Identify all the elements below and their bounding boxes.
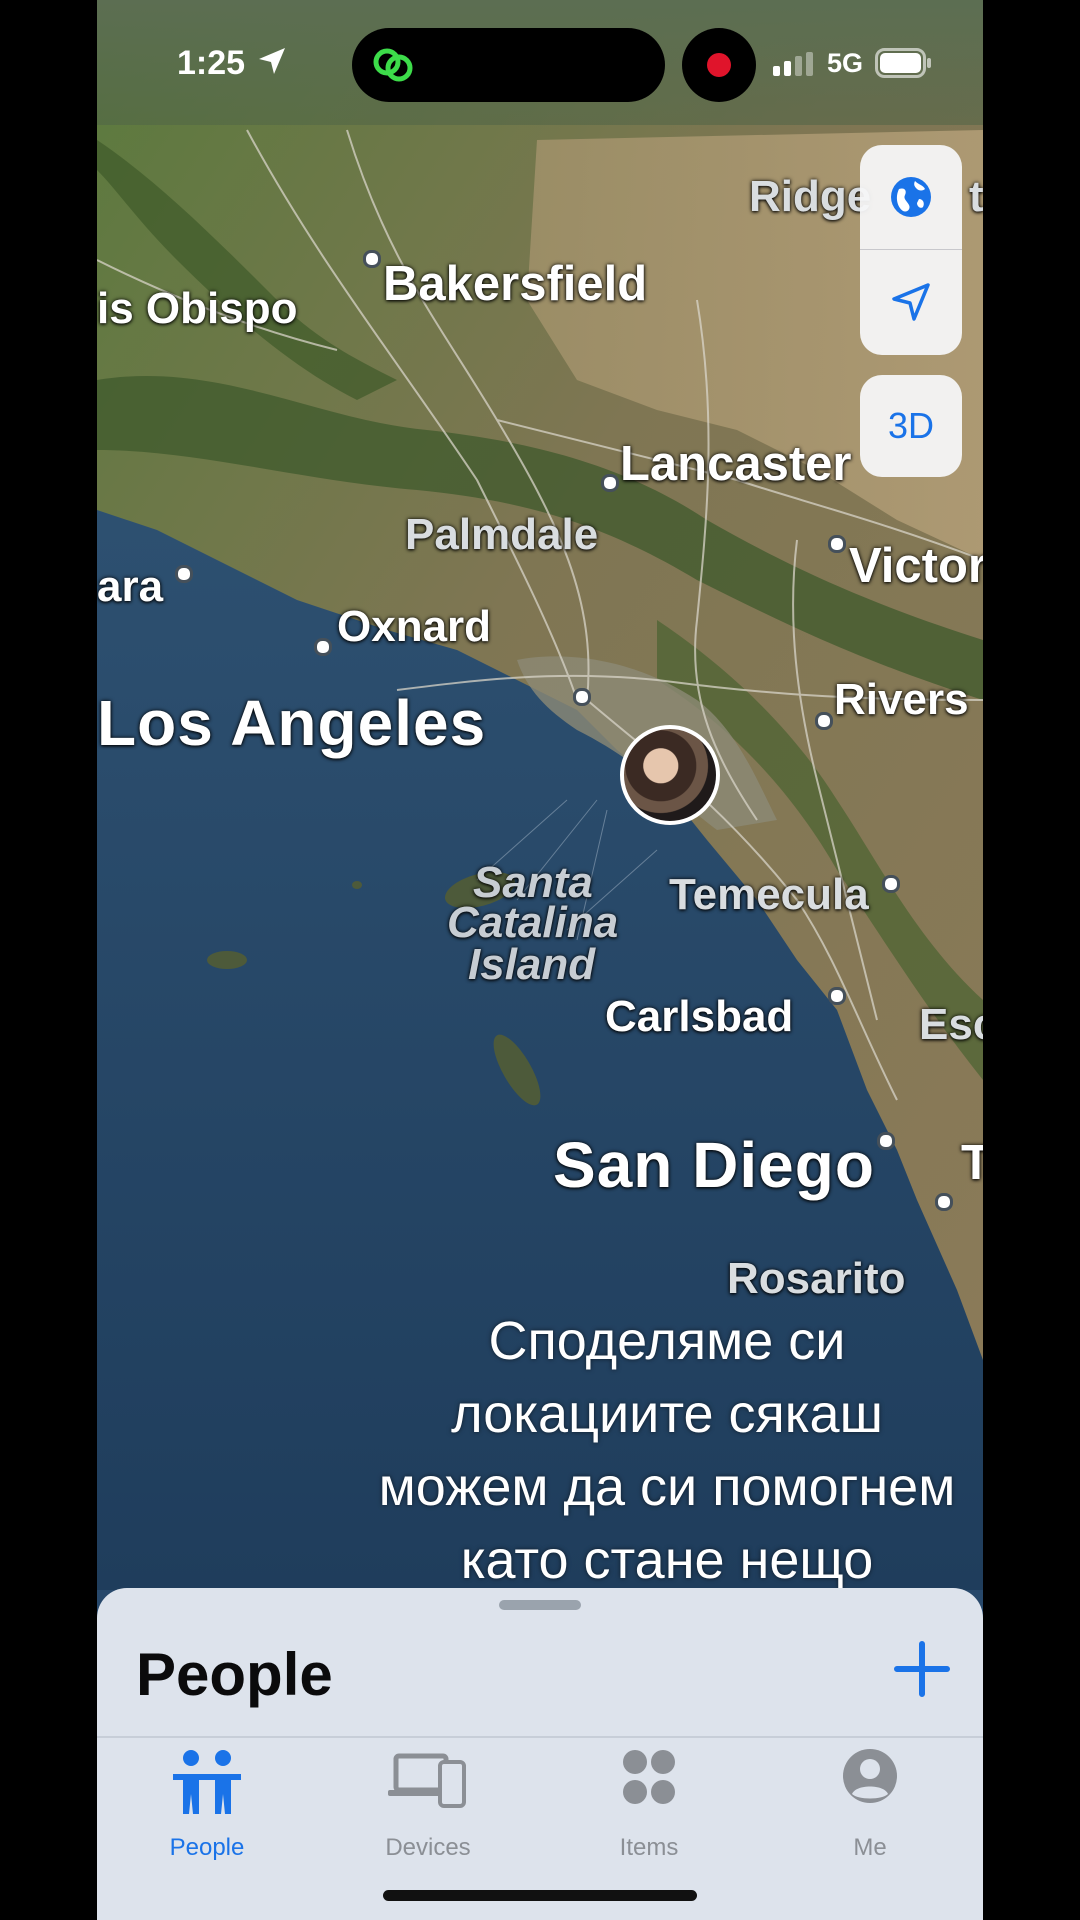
link-icon bbox=[373, 48, 413, 82]
label-palmdale: Palmdale bbox=[405, 510, 599, 559]
home-indicator[interactable] bbox=[383, 1890, 697, 1901]
devices-icon bbox=[388, 1753, 466, 1808]
people-sheet[interactable]: People People Devices Items Me bbox=[97, 1588, 983, 1920]
label-tijuana: T bbox=[961, 1136, 983, 1190]
caption-line: локациите сякаш bbox=[451, 1384, 883, 1444]
city-dot bbox=[828, 987, 846, 1005]
label-san-diego: San Diego bbox=[553, 1129, 875, 1201]
label-lancaster: Lancaster bbox=[620, 437, 852, 491]
phone-screen: Bakersfield is Obispo Ridge t Lancaster … bbox=[97, 0, 983, 1920]
label-oxnard: Oxnard bbox=[337, 602, 492, 651]
caption-line: можем да си помогнем bbox=[378, 1457, 956, 1517]
tab-items[interactable]: Items bbox=[569, 1748, 729, 1868]
tab-devices[interactable]: Devices bbox=[348, 1748, 508, 1868]
signal-bars-icon bbox=[773, 52, 813, 76]
label-ridgecrest: Ridge bbox=[749, 172, 872, 221]
location-services-icon bbox=[259, 48, 285, 74]
label-los-angeles: Los Angeles bbox=[97, 687, 487, 759]
status-time: 1:25 bbox=[177, 44, 246, 82]
globe-icon bbox=[891, 177, 931, 217]
city-dot bbox=[601, 474, 619, 492]
city-dot bbox=[815, 712, 833, 730]
caption-line: Споделяме си bbox=[488, 1311, 846, 1371]
city-dot bbox=[877, 1132, 895, 1150]
label-santa-catalina-3: Island bbox=[468, 940, 596, 989]
label-san-luis-obispo: is Obispo bbox=[97, 284, 298, 333]
city-dot bbox=[935, 1193, 953, 1211]
label-carlsbad: Carlsbad bbox=[605, 992, 794, 1041]
caption-line: като стане нещо bbox=[460, 1530, 874, 1590]
3d-toggle-button[interactable]: 3D bbox=[860, 375, 962, 477]
friend-avatar-pin[interactable] bbox=[620, 725, 720, 825]
label-ridgecrest-tail: t bbox=[969, 172, 983, 221]
battery-icon bbox=[875, 48, 931, 78]
screen-recording-indicator[interactable] bbox=[682, 28, 756, 102]
network-type: 5G bbox=[827, 48, 864, 78]
label-victorville: Victor bbox=[849, 539, 983, 593]
city-dot bbox=[363, 250, 381, 268]
people-icon bbox=[173, 1750, 241, 1814]
items-icon bbox=[623, 1750, 675, 1804]
video-caption: Споделяме си локациите сякаш можем да си… bbox=[297, 1305, 983, 1597]
location-arrow-icon bbox=[892, 283, 930, 321]
status-bar: 1:25 5G bbox=[97, 0, 983, 125]
record-dot-icon bbox=[707, 53, 731, 77]
tab-bar-divider bbox=[97, 1736, 983, 1738]
city-dot bbox=[573, 688, 591, 706]
person-circle-icon bbox=[843, 1749, 897, 1803]
dynamic-island[interactable] bbox=[352, 28, 665, 102]
current-location-button[interactable] bbox=[860, 250, 962, 354]
city-dot bbox=[828, 535, 846, 553]
label-rosarito: Rosarito bbox=[727, 1254, 906, 1303]
map-controls bbox=[860, 145, 962, 355]
map-style-button[interactable] bbox=[860, 145, 962, 249]
label-santa-barbara: ara bbox=[97, 562, 164, 611]
tab-label: Me bbox=[853, 1834, 887, 1861]
city-dot bbox=[314, 638, 332, 656]
tab-people[interactable]: People bbox=[127, 1748, 287, 1868]
tab-label: Devices bbox=[385, 1834, 471, 1861]
city-dot bbox=[175, 565, 193, 583]
tab-me[interactable]: Me bbox=[790, 1748, 950, 1868]
label-bakersfield: Bakersfield bbox=[383, 257, 648, 311]
sheet-title: People bbox=[136, 1641, 333, 1708]
sheet-grabber[interactable] bbox=[499, 1600, 581, 1610]
label-riverside: Rivers bbox=[834, 675, 969, 724]
tab-label: Items bbox=[619, 1834, 679, 1861]
city-dot bbox=[882, 875, 900, 893]
plus-icon[interactable] bbox=[887, 1634, 957, 1704]
label-temecula: Temecula bbox=[669, 870, 869, 919]
label-escondido: Esc bbox=[919, 1000, 983, 1049]
tab-label: People bbox=[169, 1834, 245, 1861]
